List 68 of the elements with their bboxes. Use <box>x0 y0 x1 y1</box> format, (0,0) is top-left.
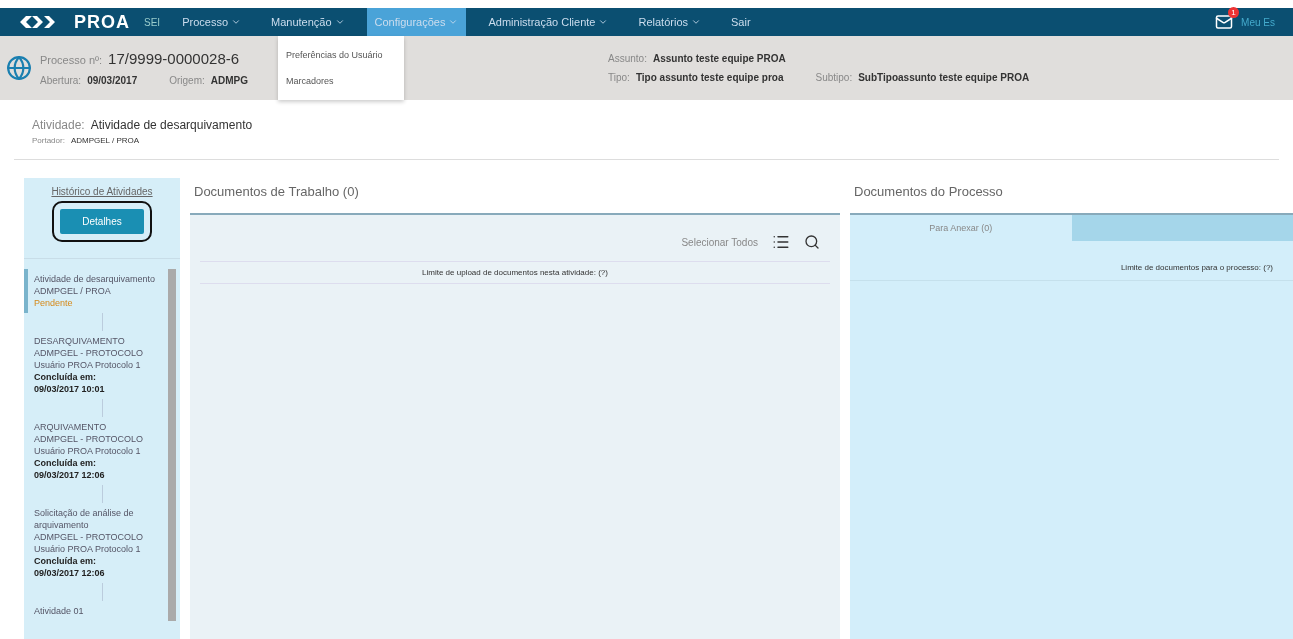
menu-item[interactable]: Relatórios <box>630 8 709 36</box>
field-value: Tipo assunto teste equipe proa <box>635 72 784 83</box>
select-all-link[interactable]: Selecionar Todos <box>681 236 758 248</box>
mail-icon[interactable] <box>1215 13 1234 31</box>
menu-item[interactable]: Manutenção <box>263 8 353 36</box>
item-user: Usuário PROA Protocolo 1 <box>34 543 142 555</box>
dropdown-item[interactable]: Marcadores <box>278 68 404 94</box>
field-label: Abertura: <box>40 75 82 86</box>
details-button[interactable]: Detalhes <box>60 209 144 234</box>
upload-limit-text: Limite de upload de documentos nesta atividade: (?) <box>200 262 830 284</box>
item-title: ARQUIVAMENTO <box>34 421 108 433</box>
document-limit-text: Limite de documentos para o processo: (?) <box>850 241 1293 281</box>
item-unit: ADMPGEL - PROTOCOLO <box>34 531 145 543</box>
dropdown-item[interactable]: Preferências do Usuário <box>278 42 404 68</box>
item-unit: ADMPGEL - PROTOCOLO <box>34 347 145 359</box>
item-title: DESARQUIVAMENTO <box>34 335 126 347</box>
field-value: Assunto teste equipe PROA <box>652 53 786 64</box>
logo-text: PROA <box>74 11 130 33</box>
field-label: Processo nº: <box>40 54 103 66</box>
section-title: Documentos do Processo <box>854 184 1004 199</box>
notification-badge: 1 <box>1228 7 1240 18</box>
field-label: Assunto: <box>608 53 647 64</box>
item-user: Usuário PROA Protocolo 1 <box>34 445 142 457</box>
item-status: Concluída em: <box>34 457 97 469</box>
process-number: 17/9999-0000028-6 <box>108 50 240 67</box>
history-item[interactable]: ARQUIVAMENTO ADMPGEL - PROTOCOLO Usuário PROA Protocolo 1 Concluída em: 09/03/2017 12:06 <box>24 417 164 485</box>
caret-icon <box>334 17 345 27</box>
list-icon[interactable] <box>772 233 790 251</box>
item-status: Concluída em: <box>34 371 97 383</box>
menu-item[interactable]: Sair <box>723 8 759 36</box>
field-value: ADMPG <box>210 75 248 86</box>
item-title: Atividade de desarquivamento <box>34 273 157 285</box>
field-value: SubTipoassunto teste equipe PROA <box>858 72 1030 83</box>
field-label: Atividade: <box>32 118 85 132</box>
search-icon[interactable] <box>804 234 820 250</box>
field-label: Origem: <box>169 75 205 86</box>
field-label: Tipo: <box>608 72 630 83</box>
menu-item[interactable]: Administração Cliente <box>480 8 617 36</box>
history-item[interactable]: Atividade 01 <box>24 601 164 621</box>
field-value: 09/03/2017 <box>87 75 138 86</box>
item-unit: ADMPGEL - PROTOCOLO <box>34 433 145 445</box>
globe-icon <box>6 55 32 81</box>
item-date: 09/03/2017 12:06 <box>34 469 106 481</box>
logo-subtitle: SEI <box>144 16 161 28</box>
field-value: ADMPGEL / PROA <box>70 136 140 145</box>
history-item[interactable]: DESARQUIVAMENTO ADMPGEL - PROTOCOLO Usuário PROA Protocolo 1 Concluída em: 09/03/2017 10:01 <box>24 331 164 399</box>
section-title: Documentos de Trabalho (0) <box>194 184 360 199</box>
menu-item[interactable]: Processo <box>174 8 249 36</box>
history-item[interactable]: Solicitação de análise de arquivamento ADMPGEL - PROTOCOLO Usuário PROA Protocolo 1 Concluída em: 09/03/2017 12:06 <box>24 503 164 583</box>
activity-name: Atividade de desarquivamento <box>90 118 253 132</box>
field-label: Subtipo: <box>815 72 853 83</box>
caret-icon <box>231 17 241 27</box>
item-status: Concluída em: <box>34 555 97 567</box>
scrollbar[interactable] <box>168 269 176 621</box>
item-date: 09/03/2017 10:01 <box>34 383 106 395</box>
history-title: Histórico de Atividades <box>51 186 153 197</box>
item-date: 09/03/2017 12:06 <box>34 567 106 579</box>
field-label: Portador: <box>32 136 65 145</box>
caret-icon <box>691 17 701 27</box>
caret-icon <box>448 17 459 27</box>
item-user: Usuário PROA Protocolo 1 <box>34 359 142 371</box>
history-item[interactable]: Atividade de desarquivamento ADMPGEL / PROA Pendente <box>24 269 164 313</box>
item-title: Solicitação de análise de arquivamento <box>34 507 135 531</box>
user-link[interactable]: Meu Es <box>1241 16 1275 28</box>
item-unit: ADMPGEL / PROA <box>34 285 112 297</box>
item-status: Pendente <box>34 297 74 309</box>
item-title: Atividade 01 <box>34 605 85 617</box>
caret-icon <box>598 17 609 27</box>
